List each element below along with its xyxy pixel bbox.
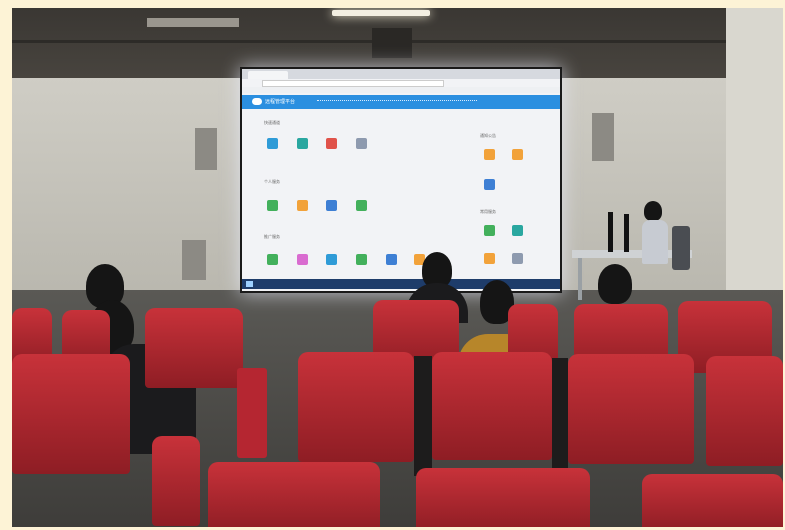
browser-tab-strip bbox=[242, 69, 560, 79]
app-tile-icon[interactable] bbox=[484, 253, 495, 264]
ceiling-vent bbox=[372, 28, 412, 58]
app-tile-icon[interactable] bbox=[512, 149, 523, 160]
section-heading: 通知公告 bbox=[480, 133, 496, 138]
auditorium-seat bbox=[298, 352, 414, 462]
cloud-logo-icon bbox=[252, 98, 262, 105]
app-tile-icon[interactable] bbox=[267, 200, 278, 211]
wall-panel bbox=[182, 240, 206, 280]
app-tile-icon[interactable] bbox=[484, 149, 495, 160]
auditorium-seat bbox=[706, 356, 783, 466]
app-tile-icon[interactable] bbox=[484, 179, 495, 190]
auditorium-seat bbox=[12, 354, 130, 474]
auditorium-seat bbox=[416, 468, 590, 527]
seat-armrest bbox=[237, 368, 267, 458]
audience-head bbox=[598, 264, 632, 304]
app-tile-icon[interactable] bbox=[484, 225, 495, 236]
section-heading: 推广服务 bbox=[264, 234, 280, 239]
browser-address-bar[interactable] bbox=[262, 80, 444, 87]
app-tile-icon[interactable] bbox=[326, 200, 337, 211]
app-tile-icon[interactable] bbox=[386, 254, 397, 265]
auditorium-seat bbox=[152, 436, 200, 526]
app-tile-icon[interactable] bbox=[297, 254, 308, 265]
wall-panel bbox=[195, 128, 217, 170]
monitor bbox=[608, 212, 613, 252]
auditorium-seat bbox=[145, 308, 243, 388]
section-heading: 个人服务 bbox=[264, 179, 280, 184]
app-tile-icon[interactable] bbox=[267, 138, 278, 149]
seat-divider bbox=[414, 356, 432, 476]
auditorium-seat bbox=[432, 352, 552, 460]
projection-screen: 远程管理平台 快速通道 个人服务 推广服务 通知公告 常用服务 bbox=[240, 67, 562, 293]
ceiling-light bbox=[332, 10, 430, 16]
seat-divider bbox=[552, 358, 568, 478]
monitor bbox=[624, 214, 629, 252]
app-tile-icon[interactable] bbox=[356, 200, 367, 211]
office-chair bbox=[672, 226, 690, 270]
desk-leg bbox=[578, 258, 582, 300]
app-tile-icon[interactable] bbox=[267, 254, 278, 265]
app-tile-icon[interactable] bbox=[297, 138, 308, 149]
presenter-body bbox=[642, 220, 668, 264]
presenter-head bbox=[644, 201, 662, 221]
ceiling-light bbox=[147, 18, 239, 27]
app-tile-icon[interactable] bbox=[326, 254, 337, 265]
start-icon[interactable] bbox=[246, 281, 253, 287]
app-tile-icon[interactable] bbox=[356, 138, 367, 149]
right-pillar bbox=[726, 8, 783, 308]
browser-tab[interactable] bbox=[248, 71, 288, 79]
app-tile-icon[interactable] bbox=[512, 225, 523, 236]
app-tile-icon[interactable] bbox=[356, 254, 367, 265]
app-tile-icon[interactable] bbox=[326, 138, 337, 149]
app-title: 远程管理平台 bbox=[265, 99, 296, 105]
section-heading: 快速通道 bbox=[264, 120, 280, 125]
section-heading: 常用服务 bbox=[480, 209, 496, 214]
auditorium-photo: 远程管理平台 快速通道 个人服务 推广服务 通知公告 常用服务 bbox=[12, 8, 783, 527]
auditorium-seat bbox=[208, 462, 380, 527]
auditorium-seat bbox=[568, 354, 694, 464]
taskbar bbox=[242, 279, 560, 289]
wall-panel bbox=[592, 113, 614, 161]
bookmarks-bar bbox=[242, 87, 560, 93]
app-tile-icon[interactable] bbox=[512, 253, 523, 264]
header-nav[interactable] bbox=[317, 100, 477, 104]
auditorium-seat bbox=[642, 474, 783, 527]
app-tile-icon[interactable] bbox=[297, 200, 308, 211]
